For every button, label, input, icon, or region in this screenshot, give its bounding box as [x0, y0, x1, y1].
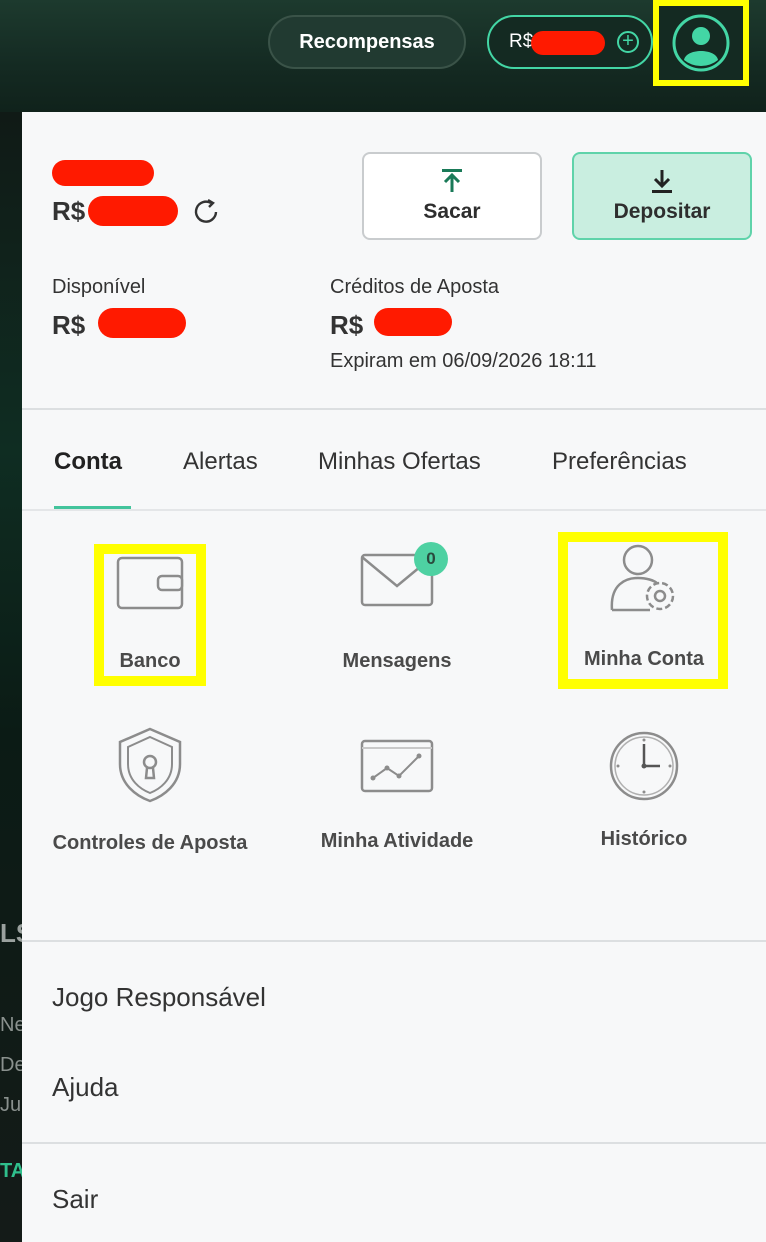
shield-lock-icon [118, 727, 182, 803]
banco-tile[interactable]: Banco [30, 552, 270, 673]
redacted-available [98, 308, 186, 338]
withdraw-label: Sacar [423, 200, 481, 223]
rewards-button[interactable]: Recompensas [268, 15, 466, 69]
logout-link[interactable]: Sair [52, 1184, 98, 1215]
help-link[interactable]: Ajuda [52, 1072, 119, 1103]
bet-credits-expiry: Expiram em 06/09/2026 18:11 [330, 350, 597, 372]
withdraw-button[interactable]: Sacar [362, 152, 542, 240]
bg-text-fragment: TA [0, 1160, 22, 1182]
historico-tile[interactable]: Histórico [524, 730, 764, 851]
wallet-icon [116, 556, 184, 610]
available-prefix: R$ [52, 310, 86, 340]
redacted-balance [531, 31, 605, 55]
background-page-strip: LS Ne De Ju TA [0, 112, 22, 1242]
responsible-gaming-link[interactable]: Jogo Responsável [52, 982, 266, 1013]
banco-label: Banco [119, 650, 181, 672]
account-panel: R$ Sacar Depositar Disponível R$ Crédito… [22, 112, 766, 1242]
tab-conta[interactable]: Conta [54, 448, 122, 476]
controles-de-aposta-label: Controles de Aposta [52, 832, 248, 854]
rewards-label: Recompensas [299, 30, 435, 53]
bg-text-fragment: De [0, 1054, 22, 1076]
bet-credits-label: Créditos de Aposta [330, 276, 499, 298]
bet-credits-prefix: R$ [330, 310, 364, 340]
minha-conta-label: Minha Conta [584, 648, 704, 670]
user-avatar-icon [672, 14, 730, 72]
tab-minhas-ofertas[interactable]: Minhas Ofertas [318, 448, 481, 476]
total-balance: R$ [52, 196, 85, 227]
refresh-icon[interactable] [192, 198, 222, 226]
tab-preferencias[interactable]: Preferências [552, 448, 687, 476]
redacted-bet-credits [374, 308, 452, 336]
divider [22, 940, 766, 942]
mensagens-tile[interactable]: Mensagens [277, 552, 517, 673]
upload-arrow-icon [442, 169, 462, 192]
available-label: Disponível [52, 276, 146, 298]
total-balance-prefix: R$ [52, 196, 86, 226]
add-funds-icon[interactable]: + [617, 31, 639, 53]
bg-text-fragment: LS [0, 918, 22, 948]
unread-messages-badge: 0 [414, 542, 448, 576]
deposit-button[interactable]: Depositar [572, 152, 752, 240]
minha-atividade-label: Minha Atividade [320, 830, 474, 852]
tab-alertas[interactable]: Alertas [183, 448, 258, 476]
account-tabs: Conta Alertas Minhas Ofertas Preferência… [22, 410, 766, 510]
divider [22, 1142, 766, 1144]
minha-conta-tile[interactable]: Minha Conta [524, 544, 764, 671]
historico-label: Histórico [600, 828, 688, 850]
bg-text-fragment: Ju [0, 1094, 22, 1116]
bg-text-fragment: Ne [0, 1014, 22, 1036]
deposit-label: Depositar [613, 200, 711, 223]
mensagens-label: Mensagens [342, 650, 452, 672]
user-settings-icon [610, 544, 675, 612]
controles-de-aposta-tile[interactable]: Controles de Aposta [30, 726, 270, 855]
balance-pill[interactable]: R$ + [487, 15, 653, 69]
redacted-account-label [52, 160, 154, 186]
download-arrow-icon [652, 170, 672, 193]
minha-atividade-tile[interactable]: Minha Atividade [277, 738, 517, 853]
divider [22, 509, 766, 511]
balance-prefix: R$ [509, 31, 534, 52]
clock-icon [609, 731, 679, 801]
top-bar: Recompensas R$ + [0, 0, 766, 112]
profile-avatar-button[interactable] [653, 0, 749, 86]
activity-chart-icon [360, 739, 434, 793]
redacted-total [88, 196, 178, 226]
